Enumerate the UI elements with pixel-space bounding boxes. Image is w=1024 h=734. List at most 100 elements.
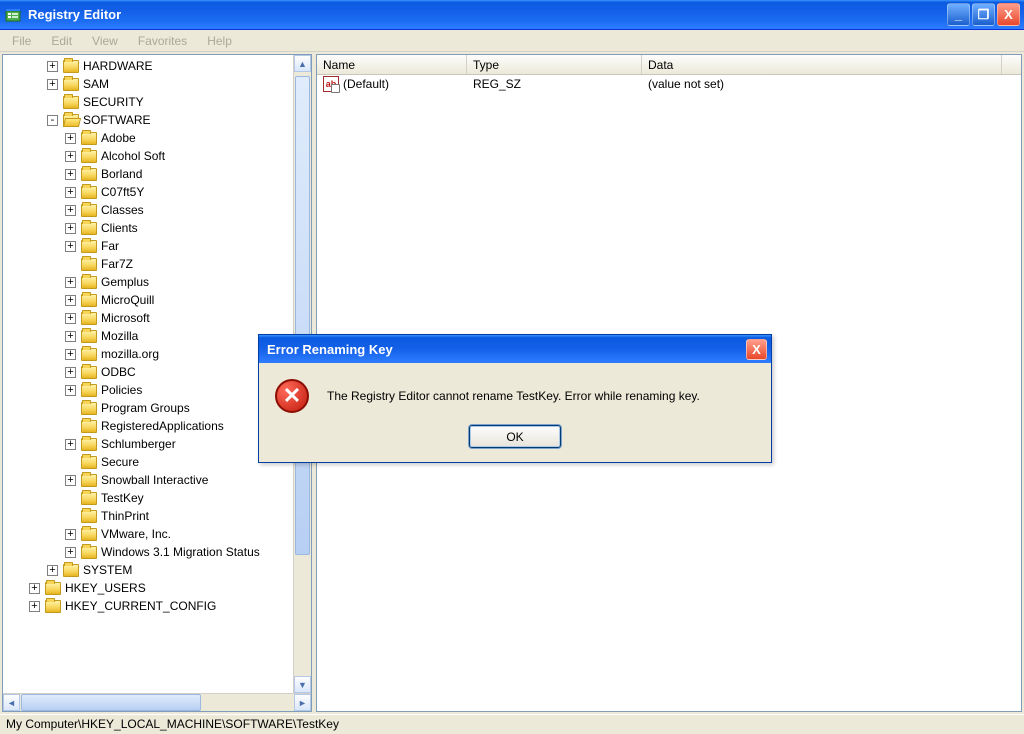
column-header-data[interactable]: Data — [642, 55, 1002, 74]
expand-icon[interactable]: + — [65, 241, 76, 252]
folder-icon — [81, 348, 97, 361]
tree-item-label: HKEY_CURRENT_CONFIG — [65, 599, 216, 613]
scroll-thumb[interactable] — [295, 76, 310, 555]
tree-item[interactable]: + Alcohol Soft — [3, 147, 311, 165]
tree-horizontal-scrollbar[interactable]: ◄ ► — [3, 693, 311, 711]
tree-item[interactable]: +HARDWARE — [3, 57, 311, 75]
minimize-button[interactable]: _ — [947, 3, 970, 26]
expand-icon[interactable]: + — [47, 61, 58, 72]
expand-icon[interactable]: + — [65, 187, 76, 198]
expand-icon[interactable]: + — [65, 223, 76, 234]
column-header-name[interactable]: Name — [317, 55, 467, 74]
scroll-left-button[interactable]: ◄ — [3, 694, 20, 711]
expand-icon[interactable]: + — [65, 151, 76, 162]
expand-icon[interactable]: + — [65, 169, 76, 180]
expand-icon[interactable]: + — [29, 601, 40, 612]
folder-icon — [81, 168, 97, 181]
dialog-message: The Registry Editor cannot rename TestKe… — [327, 389, 700, 403]
tree-item[interactable]: Far7Z — [3, 255, 311, 273]
expand-icon[interactable]: + — [65, 475, 76, 486]
menu-edit[interactable]: Edit — [43, 32, 80, 50]
dialog-title-bar[interactable]: Error Renaming Key X — [259, 335, 771, 363]
expand-icon[interactable]: + — [65, 547, 76, 558]
expand-icon[interactable]: + — [65, 313, 76, 324]
title-bar[interactable]: Registry Editor _ ❐ X — [0, 0, 1024, 30]
expand-icon[interactable]: + — [65, 205, 76, 216]
scroll-right-button[interactable]: ► — [294, 694, 311, 711]
tree-item-label: Alcohol Soft — [101, 149, 165, 163]
tree-item[interactable]: +VMware, Inc. — [3, 525, 311, 543]
tree-item-label: Snowball Interactive — [101, 473, 208, 487]
expand-icon[interactable]: + — [65, 529, 76, 540]
tree-item-label: TestKey — [101, 491, 144, 505]
expand-icon[interactable]: + — [47, 565, 58, 576]
expand-icon[interactable]: + — [29, 583, 40, 594]
tree-item[interactable]: +Borland — [3, 165, 311, 183]
expand-icon[interactable]: + — [65, 349, 76, 360]
tree-item[interactable]: + Microsoft — [3, 309, 311, 327]
tree-item-label: ThinPrint — [101, 509, 149, 523]
tree-item[interactable]: +HKEY_USERS — [3, 579, 311, 597]
string-value-icon: ab — [323, 76, 339, 92]
tree-item-label: Program Groups — [101, 401, 190, 415]
expander-blank — [65, 457, 76, 468]
tree-item[interactable]: +Windows 3.1 Migration Status — [3, 543, 311, 561]
menu-help[interactable]: Help — [199, 32, 240, 50]
tree-item-label: Mozilla — [101, 329, 138, 343]
window-title: Registry Editor — [28, 7, 945, 22]
menu-favorites[interactable]: Favorites — [130, 32, 195, 50]
folder-icon — [81, 402, 97, 415]
tree-item[interactable]: +C07ft5Y — [3, 183, 311, 201]
expand-icon[interactable]: + — [65, 367, 76, 378]
expand-icon[interactable]: + — [65, 439, 76, 450]
ok-button[interactable]: OK — [469, 425, 561, 448]
menu-file[interactable]: File — [4, 32, 39, 50]
status-path: My Computer\HKEY_LOCAL_MACHINE\SOFTWARE\… — [6, 717, 339, 731]
tree-item[interactable]: ThinPrint — [3, 507, 311, 525]
tree-item[interactable]: + HKEY_CURRENT_CONFIG — [3, 597, 311, 615]
scroll-up-button[interactable]: ▲ — [294, 55, 311, 72]
tree-item-label: Gemplus — [101, 275, 149, 289]
expand-icon[interactable]: + — [47, 79, 58, 90]
expand-icon[interactable]: + — [65, 385, 76, 396]
collapse-icon[interactable]: - — [47, 115, 58, 126]
maximize-button[interactable]: ❐ — [972, 3, 995, 26]
tree-item[interactable]: + Snowball Interactive — [3, 471, 311, 489]
tree-item[interactable]: + Far — [3, 237, 311, 255]
folder-icon — [81, 312, 97, 325]
tree-item-label: Schlumberger — [101, 437, 176, 451]
menu-view[interactable]: View — [84, 32, 126, 50]
folder-icon — [81, 240, 97, 253]
value-data: (value not set) — [642, 77, 1002, 91]
tree-item[interactable]: + Gemplus — [3, 273, 311, 291]
menu-bar: File Edit View Favorites Help — [0, 30, 1024, 52]
tree-item[interactable]: +Classes — [3, 201, 311, 219]
dialog-close-button[interactable]: X — [746, 339, 767, 360]
tree-item[interactable]: TestKey — [3, 489, 311, 507]
tree-item[interactable]: +SAM — [3, 75, 311, 93]
folder-icon — [63, 564, 79, 577]
scroll-thumb[interactable] — [21, 694, 201, 711]
expand-icon[interactable]: + — [65, 277, 76, 288]
window-close-button[interactable]: X — [997, 3, 1020, 26]
expand-icon[interactable]: + — [65, 133, 76, 144]
list-row[interactable]: ab(Default)REG_SZ(value not set) — [317, 75, 1021, 93]
folder-icon — [81, 222, 97, 235]
expander-blank — [65, 403, 76, 414]
tree-item[interactable]: +Adobe — [3, 129, 311, 147]
tree-item[interactable]: -SOFTWARE — [3, 111, 311, 129]
tree-item-label: Microsoft — [101, 311, 150, 325]
folder-icon — [45, 600, 61, 613]
scroll-down-button[interactable]: ▼ — [294, 676, 311, 693]
tree-item[interactable]: SECURITY — [3, 93, 311, 111]
tree-item[interactable]: +MicroQuill — [3, 291, 311, 309]
expand-icon[interactable]: + — [65, 331, 76, 342]
tree-item[interactable]: +SYSTEM — [3, 561, 311, 579]
folder-open-icon — [63, 114, 79, 127]
expand-icon[interactable]: + — [65, 295, 76, 306]
column-header-type[interactable]: Type — [467, 55, 642, 74]
folder-icon — [81, 330, 97, 343]
expander-blank — [65, 421, 76, 432]
tree-item[interactable]: +Clients — [3, 219, 311, 237]
tree-item-label: Far — [101, 239, 119, 253]
